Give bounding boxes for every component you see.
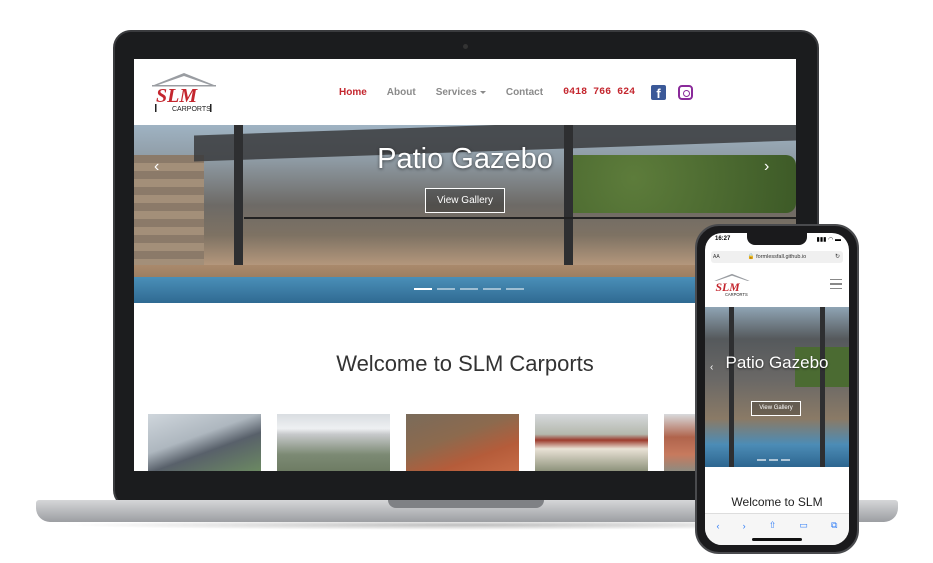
gazebo-post <box>820 307 825 467</box>
nav-home[interactable]: Home <box>339 87 367 98</box>
logo-subtext: CARPORTS <box>172 106 211 113</box>
instagram-icon[interactable] <box>678 85 694 100</box>
logo-text: SLM <box>156 85 198 107</box>
view-gallery-button[interactable]: View Gallery <box>751 401 801 416</box>
carousel-indicator[interactable] <box>414 288 432 290</box>
chevron-down-icon <box>479 90 486 94</box>
carousel-indicator[interactable] <box>757 459 766 461</box>
gallery-thumbnail[interactable] <box>535 414 648 471</box>
carousel-indicators <box>414 288 524 290</box>
carousel-indicator[interactable] <box>506 288 524 290</box>
carousel-indicator[interactable] <box>437 288 455 290</box>
url-text: 🔒 formlessfall.github.io <box>747 254 807 260</box>
carousel-next-icon[interactable]: › <box>764 158 769 176</box>
back-icon[interactable]: ‹ <box>717 521 720 531</box>
laptop-notch <box>388 500 544 508</box>
carousel-indicators <box>757 459 790 461</box>
share-icon[interactable]: ⇧ <box>769 520 777 531</box>
bookmarks-icon[interactable]: ▭ <box>799 520 808 531</box>
gallery-thumbnails <box>148 414 777 471</box>
forward-icon[interactable]: › <box>743 521 746 531</box>
nav-services-dropdown[interactable]: Services <box>436 87 486 98</box>
mobile-navbar: SLM CARPORTS <box>705 267 849 307</box>
status-time: 16:27 <box>715 236 731 242</box>
glass-railing <box>244 217 796 219</box>
carousel-indicator[interactable] <box>769 459 778 461</box>
carousel-prev-icon[interactable]: ‹ <box>154 158 159 176</box>
nav-links: Home About Services Contact 0418 766 624… <box>339 85 694 100</box>
phone-number-link[interactable]: 0418 766 624 <box>563 87 635 98</box>
gazebo-post <box>729 307 734 467</box>
nav-about[interactable]: About <box>387 87 416 98</box>
hamburger-menu-icon[interactable] <box>830 279 842 289</box>
view-gallery-button[interactable]: View Gallery <box>425 188 505 213</box>
nav-services-label: Services <box>435 87 477 98</box>
camera-icon <box>463 44 468 49</box>
home-indicator <box>752 538 802 541</box>
mobile-hero-carousel: Patio Gazebo View Gallery ‹ <box>705 307 849 467</box>
tabs-icon[interactable]: ⧉ <box>831 520 837 531</box>
slm-carports-logo[interactable]: SLM CARPORTS <box>150 71 218 113</box>
logo-subtext: CARPORTS <box>725 292 748 297</box>
gallery-thumbnail[interactable] <box>277 414 390 471</box>
gallery-thumbnail[interactable] <box>406 414 519 471</box>
navbar: SLM CARPORTS Home About Services Contact… <box>134 59 796 125</box>
welcome-heading: Welcome to SLM <box>731 495 823 509</box>
phone-notch <box>747 233 807 245</box>
carousel-indicator[interactable] <box>483 288 501 290</box>
carousel-indicator[interactable] <box>460 288 478 290</box>
hero-title: Patio Gazebo <box>725 353 829 372</box>
nav-contact[interactable]: Contact <box>506 87 543 98</box>
carousel-indicator[interactable] <box>781 459 790 461</box>
address-bar[interactable]: AA 🔒 formlessfall.github.io ↻ <box>711 251 843 263</box>
hero-title: Patio Gazebo <box>377 143 553 175</box>
text-size-button[interactable]: AA <box>713 251 720 263</box>
status-icons: ▮▮▮ ◠ ▬ <box>816 237 841 243</box>
slm-carports-logo[interactable]: SLM CARPORTS <box>712 272 752 298</box>
facebook-icon[interactable]: f <box>651 85 667 100</box>
phone-screen: 16:27 ▮▮▮ ◠ ▬ AA 🔒 formlessfall.github.i… <box>705 233 849 545</box>
device-mockup: SLM CARPORTS Home About Services Contact… <box>0 0 933 563</box>
carousel-prev-icon[interactable]: ‹ <box>710 362 713 373</box>
reload-icon[interactable]: ↻ <box>835 251 840 263</box>
gallery-thumbnail[interactable] <box>148 414 261 471</box>
